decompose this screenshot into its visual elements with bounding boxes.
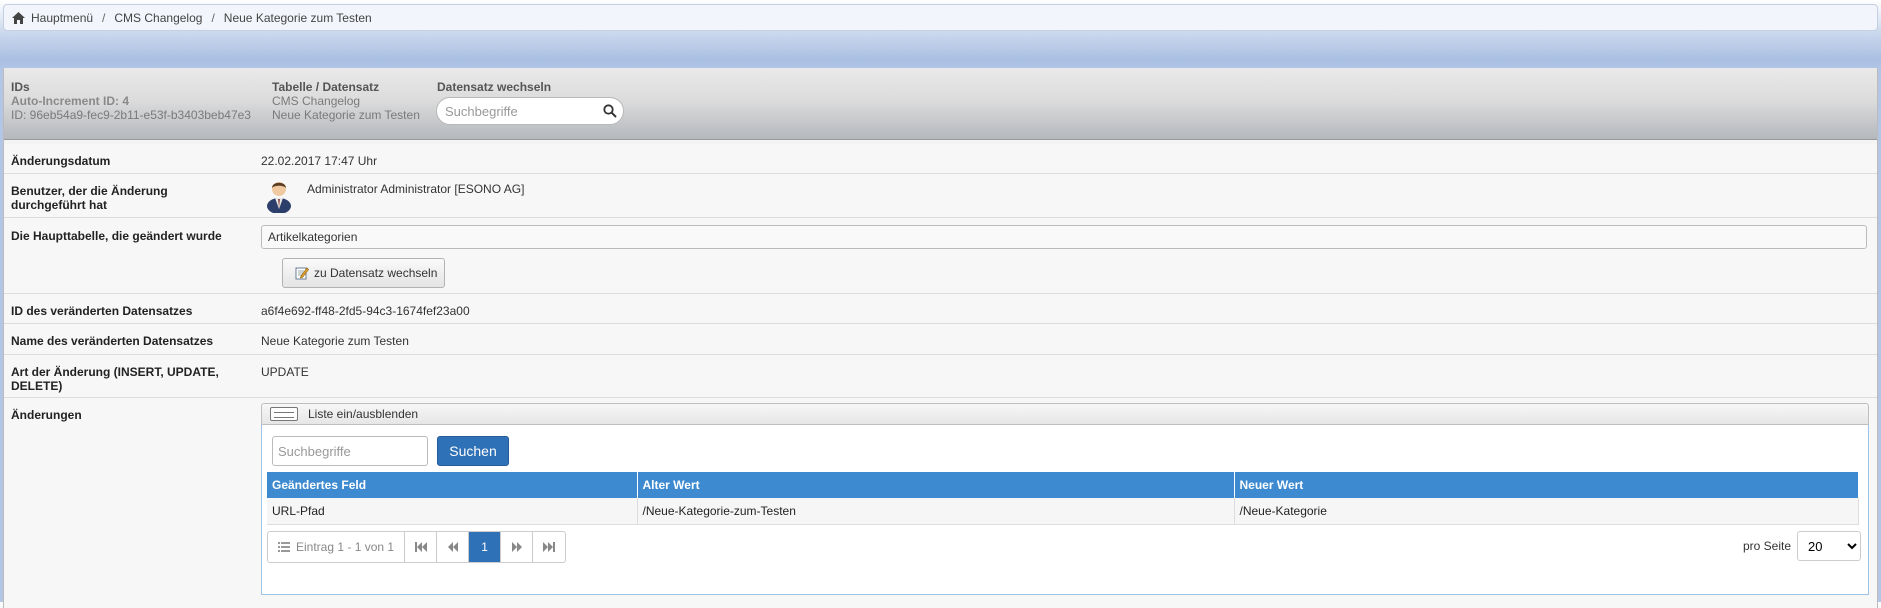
changes-list: Liste ein/ausblenden Suchen Geändertes F… bbox=[261, 403, 1869, 595]
changes-table: Geändertes Feld Alter Wert Neuer Wert UR… bbox=[267, 472, 1859, 525]
changes-body: Suchen Geändertes Feld Alter Wert Neuer … bbox=[261, 425, 1869, 595]
list-icon bbox=[278, 542, 290, 552]
change-type-value: UPDATE bbox=[261, 365, 309, 379]
row-change-type: Art der Änderung (INSERT, UPDATE, DELETE… bbox=[4, 355, 1877, 398]
pagination-info: Eintrag 1 - 1 von 1 bbox=[268, 532, 406, 562]
ids-title: IDs bbox=[11, 80, 30, 94]
switch-block: Datensatz wechseln bbox=[437, 80, 551, 94]
breadcrumb-item-changelog[interactable]: CMS Changelog bbox=[114, 11, 202, 25]
breadcrumb-item-home[interactable]: Hauptmenü bbox=[31, 11, 93, 25]
column-header-field[interactable]: Geändertes Feld bbox=[267, 472, 638, 498]
table-title: Tabelle / Datensatz bbox=[272, 80, 380, 94]
main-table-label: Die Haupttabelle, die geändert wurde bbox=[11, 229, 222, 243]
first-page-icon bbox=[414, 542, 427, 552]
record-id-label: ID des veränderten Datensatzes bbox=[11, 304, 193, 318]
row-changes: Änderungen Liste ein/ausblenden Suchen G… bbox=[4, 398, 1877, 608]
home-icon[interactable] bbox=[12, 11, 25, 24]
table-row[interactable]: URL-Pfad /Neue-Kategorie-zum-Testen /Neu… bbox=[267, 498, 1859, 525]
page-button-current[interactable]: 1 bbox=[469, 532, 502, 562]
pagination-info-text: Eintrag 1 - 1 von 1 bbox=[296, 540, 395, 554]
record-name-label: Name des veränderten Datensatzes bbox=[11, 334, 214, 348]
toggle-list-button[interactable]: Liste ein/ausblenden bbox=[261, 403, 1869, 425]
row-main-table: Die Haupttabelle, die geändert wurde Art… bbox=[4, 218, 1877, 294]
record-name-value: Neue Kategorie zum Testen bbox=[261, 334, 409, 348]
record-uuid: ID: 96eb54a9-fec9-2b11-e53f-b3403beb47e3 bbox=[11, 108, 251, 122]
search-button[interactable]: Suchen bbox=[437, 436, 509, 466]
previous-page-icon bbox=[447, 542, 458, 552]
breadcrumb: Hauptmenü / CMS Changelog / Neue Kategor… bbox=[3, 4, 1878, 31]
column-header-new-value[interactable]: Neuer Wert bbox=[1234, 472, 1859, 498]
breadcrumb-item-current: Neue Kategorie zum Testen bbox=[223, 10, 372, 25]
change-date-value: 22.02.2017 17:47 Uhr bbox=[261, 154, 378, 168]
table-block: Tabelle / Datensatz CMS Changelog Neue K… bbox=[272, 80, 420, 122]
cell-field: URL-Pfad bbox=[267, 498, 638, 525]
row-record-id: ID des veränderten Datensatzes a6f4e692-… bbox=[4, 294, 1877, 324]
user-avatar-icon bbox=[267, 182, 291, 213]
last-page-button[interactable] bbox=[533, 532, 565, 562]
record-id-value: a6f4e692-ff48-2fd5-94c3-1674fef23a00 bbox=[261, 304, 470, 318]
toggle-list-label: Liste ein/ausblenden bbox=[308, 407, 419, 421]
cell-old-value: /Neue-Kategorie-zum-Testen bbox=[637, 498, 1235, 525]
breadcrumb-separator: / bbox=[102, 10, 106, 25]
ids-block: IDs Auto-Increment ID: 4 ID: 96eb54a9-fe… bbox=[11, 80, 251, 122]
user-value: Administrator Administrator [ESONO AG] bbox=[307, 182, 525, 196]
switch-title: Datensatz wechseln bbox=[437, 80, 552, 94]
previous-page-button[interactable] bbox=[437, 532, 470, 562]
list-toggle-icon bbox=[270, 407, 298, 421]
goto-record-label: zu Datensatz wechseln bbox=[314, 266, 438, 280]
edit-icon bbox=[295, 267, 309, 280]
change-date-label: Änderungsdatum bbox=[11, 154, 111, 168]
table-header-row: Geändertes Feld Alter Wert Neuer Wert bbox=[267, 472, 1859, 498]
table-name: CMS Changelog bbox=[272, 94, 361, 108]
row-change-date: Änderungsdatum 22.02.2017 17:47 Uhr bbox=[4, 144, 1877, 174]
goto-record-button[interactable]: zu Datensatz wechseln bbox=[282, 258, 445, 288]
per-page-control: pro Seite 20 bbox=[1743, 531, 1861, 561]
first-page-button[interactable] bbox=[405, 532, 438, 562]
main-table-field[interactable]: Artikelkategorien bbox=[261, 225, 1867, 249]
cell-new-value: /Neue-Kategorie bbox=[1234, 498, 1859, 525]
next-page-icon bbox=[511, 542, 522, 552]
last-page-icon bbox=[543, 542, 556, 552]
user-label: Benutzer, der die Änderung durchgeführt … bbox=[11, 184, 168, 212]
record-name: Neue Kategorie zum Testen bbox=[272, 108, 420, 122]
changes-search-input[interactable] bbox=[272, 436, 428, 466]
row-user: Benutzer, der die Änderung durchgeführt … bbox=[4, 174, 1877, 218]
per-page-select[interactable]: 20 bbox=[1797, 531, 1861, 561]
breadcrumb-separator: / bbox=[211, 10, 215, 25]
column-header-old-value[interactable]: Alter Wert bbox=[637, 472, 1235, 498]
per-page-label: pro Seite bbox=[1742, 539, 1791, 553]
record-search bbox=[436, 97, 624, 125]
record-header: IDs Auto-Increment ID: 4 ID: 96eb54a9-fe… bbox=[4, 68, 1877, 140]
search-icon[interactable] bbox=[603, 104, 617, 118]
record-panel: IDs Auto-Increment ID: 4 ID: 96eb54a9-fe… bbox=[3, 68, 1878, 608]
auto-increment-id: Auto-Increment ID: 4 bbox=[11, 94, 130, 108]
pagination: Eintrag 1 - 1 von 1 1 bbox=[267, 531, 567, 563]
next-page-button[interactable] bbox=[501, 532, 534, 562]
row-record-name: Name des veränderten Datensatzes Neue Ka… bbox=[4, 324, 1877, 355]
record-search-input[interactable] bbox=[443, 102, 603, 120]
changes-label: Änderungen bbox=[11, 408, 82, 422]
change-type-label: Art der Änderung (INSERT, UPDATE, DELETE… bbox=[11, 365, 219, 393]
